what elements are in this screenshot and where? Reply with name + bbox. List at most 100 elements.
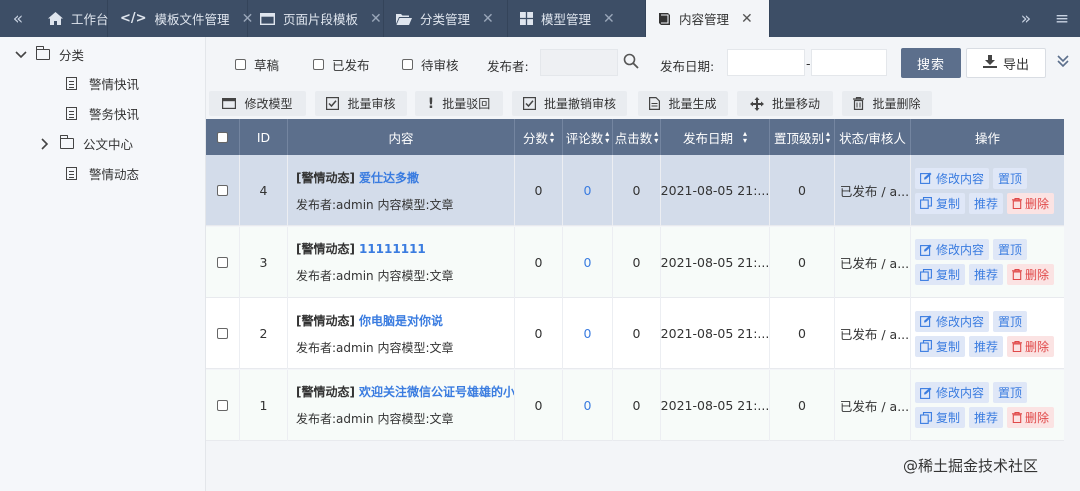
delete-button[interactable]: 删除 — [1007, 192, 1055, 214]
category-tag: [警情动态] — [296, 242, 355, 256]
header-id[interactable]: ID — [240, 119, 288, 155]
pending-review-checkbox[interactable]: 待审核 — [402, 55, 459, 74]
tab-category-management[interactable]: 分类管理 ✕ — [384, 0, 508, 37]
sort-icon[interactable]: ▴ ▾ — [654, 130, 658, 145]
draft-checkbox[interactable]: 草稿 — [235, 55, 279, 74]
edit-model-button[interactable]: 修改模型 — [209, 91, 306, 116]
pin-top-button[interactable]: 置顶 — [993, 310, 1028, 332]
batch-generate-button[interactable]: 批量生成 — [638, 91, 728, 116]
tree-node-root[interactable]: 分类 — [14, 45, 84, 64]
header-clicks[interactable]: 点击数 ▴ ▾ — [613, 119, 661, 155]
recommend-button[interactable]: 推荐 — [969, 335, 1004, 357]
checkbox-box[interactable] — [402, 59, 413, 70]
export-button[interactable]: 导出 — [966, 48, 1046, 78]
delete-button[interactable]: 删除 — [1007, 335, 1055, 357]
batch-move-button[interactable]: 批量移动 — [737, 91, 833, 116]
close-icon[interactable]: ✕ — [370, 11, 382, 27]
tab-page-fragments[interactable]: 页面片段模板 ✕ — [248, 0, 384, 37]
row-checkbox[interactable] — [217, 399, 228, 411]
checkbox-box[interactable] — [313, 59, 324, 70]
recommend-button[interactable]: 推荐 — [969, 192, 1004, 214]
table-row[interactable]: 2 [警情动态] 你电脑是对你说 发布者:admin 内容模型:文章 0 0 0 2021-0… — [206, 298, 1064, 369]
edit-content-button[interactable]: 修改内容 — [915, 239, 990, 260]
sort-icon[interactable]: ▴ ▾ — [743, 130, 747, 145]
date-end-input[interactable] — [811, 49, 887, 76]
row-checkbox[interactable] — [217, 185, 228, 196]
sort-icon[interactable]: ▴ ▾ — [605, 130, 609, 145]
tab-workbench[interactable]: 工作台 — [36, 0, 109, 37]
comments-link[interactable]: 0 — [584, 255, 592, 270]
tabs-scroll-left-button[interactable]: « — [0, 0, 36, 37]
tab-model-management[interactable]: 模型管理 ✕ — [508, 0, 646, 37]
row-checkbox[interactable] — [217, 328, 228, 339]
sort-icon[interactable]: ▴ ▾ — [550, 130, 554, 145]
table-row[interactable]: 1 [警情动态] 欢迎关注微信公证号雄雄的小 发布者:admin 内容模型:文章 0 0 0… — [206, 369, 1064, 441]
button-label: 复制 — [936, 268, 961, 282]
recommend-button[interactable]: 推荐 — [969, 407, 1004, 428]
copy-button[interactable]: 复制 — [915, 407, 966, 428]
header-publish-date[interactable]: 发布日期 ▴ ▾ — [661, 119, 770, 155]
tree-node-police-affairs-express[interactable]: 警务快讯 — [66, 104, 139, 123]
tabs-menu-button[interactable]: ≡ — [1044, 0, 1080, 37]
content-title-link[interactable]: 欢迎关注微信公证号雄雄的小 — [359, 385, 514, 399]
tree-node-police-express[interactable]: 警情快讯 — [66, 74, 139, 93]
tab-content-management[interactable]: 内容管理 ✕ — [646, 0, 770, 37]
copy-button[interactable]: 复制 — [915, 335, 966, 357]
content-title-link[interactable]: 11111111 — [359, 242, 426, 256]
published-checkbox[interactable]: 已发布 — [313, 55, 370, 74]
table-row[interactable]: 3 [警情动态] 11111111 发布者:admin 内容模型:文章 0 0 0 2021-… — [206, 226, 1064, 298]
comments-link[interactable]: 0 — [584, 183, 592, 198]
chevron-down-icon[interactable] — [14, 50, 28, 59]
batch-reject-button[interactable]: ! 批量驳回 — [415, 91, 503, 116]
row-checkbox[interactable] — [217, 256, 228, 268]
expand-filters-button[interactable] — [1056, 54, 1070, 72]
checkbox-label: 已发布 — [332, 58, 370, 73]
home-icon — [48, 12, 63, 25]
search-icon[interactable] — [623, 53, 639, 72]
chevron-right-icon[interactable] — [38, 137, 52, 150]
copy-button[interactable]: 复制 — [915, 192, 966, 214]
checkbox-box[interactable] — [235, 59, 246, 70]
row-select-cell[interactable] — [206, 226, 240, 298]
batch-delete-button[interactable]: 批量删除 — [842, 91, 932, 116]
tab-label: 内容管理 — [679, 12, 730, 27]
tree-node-document-center[interactable]: 公文中心 — [38, 134, 133, 153]
delete-button[interactable]: 删除 — [1007, 264, 1055, 285]
delete-button[interactable]: 删除 — [1007, 407, 1055, 428]
search-button[interactable]: 搜索 — [901, 48, 961, 78]
header-score[interactable]: 分数 ▴ ▾ — [515, 119, 563, 155]
pin-top-button[interactable]: 置顶 — [993, 239, 1028, 260]
copy-button[interactable]: 复制 — [915, 264, 966, 285]
comments-link[interactable]: 0 — [584, 398, 592, 413]
status-value: 已发布 / a... — [839, 398, 910, 414]
comments-link[interactable]: 0 — [584, 326, 592, 341]
row-select-cell[interactable] — [206, 369, 240, 441]
publisher-input[interactable] — [540, 49, 618, 76]
row-select-cell[interactable] — [206, 155, 240, 226]
edit-content-button[interactable]: 修改内容 — [915, 167, 990, 189]
batch-approve-button[interactable]: 批量审核 — [315, 91, 407, 116]
select-all-header[interactable] — [206, 119, 240, 155]
edit-content-button[interactable]: 修改内容 — [915, 310, 990, 332]
double-chevron-left-icon: « — [12, 8, 24, 29]
batch-revoke-review-button[interactable]: 批量撤销审核 — [512, 91, 627, 116]
header-top-level[interactable]: 置顶级别 ▴ ▾ — [770, 119, 835, 155]
pin-top-button[interactable]: 置顶 — [993, 167, 1028, 189]
row-select-cell[interactable] — [206, 298, 240, 369]
sort-icon[interactable]: ▴ ▾ — [826, 130, 830, 145]
recommend-button[interactable]: 推荐 — [969, 264, 1004, 285]
pin-top-button[interactable]: 置顶 — [993, 382, 1028, 403]
header-comments[interactable]: 评论数 ▴ ▾ — [563, 119, 613, 155]
table-row[interactable]: 4 [警情动态] 爱仕达多撒 发布者:admin 内容模型:文章 0 0 0 2021-08-… — [206, 155, 1064, 226]
edit-content-button[interactable]: 修改内容 — [915, 382, 990, 403]
date-start-input[interactable] — [727, 49, 805, 76]
content-title-link[interactable]: 你电脑是对你说 — [359, 314, 443, 328]
tabs-scroll-right-button[interactable]: » — [1008, 0, 1044, 37]
close-icon[interactable]: ✕ — [603, 11, 615, 27]
close-icon[interactable]: ✕ — [482, 11, 494, 27]
content-title-link[interactable]: 爱仕达多撒 — [359, 171, 419, 185]
close-icon[interactable]: ✕ — [741, 11, 753, 27]
tab-template-files[interactable]: </> 模板文件管理 ✕ — [108, 0, 253, 37]
select-all-checkbox[interactable] — [217, 131, 228, 143]
tree-node-police-news[interactable]: 警情动态 — [66, 164, 139, 183]
